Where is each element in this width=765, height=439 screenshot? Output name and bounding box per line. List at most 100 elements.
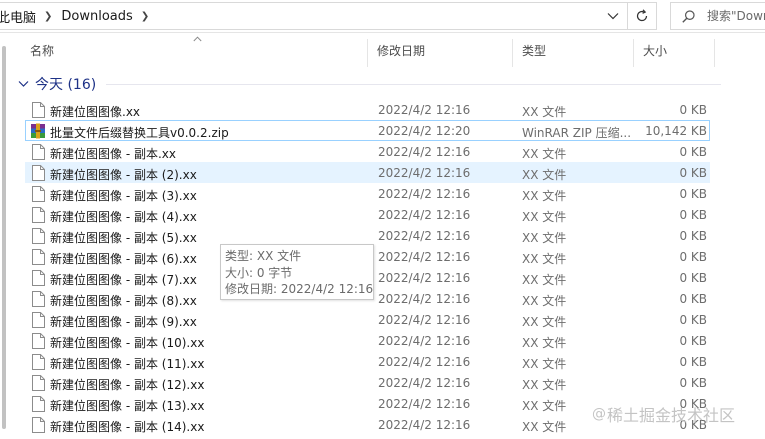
file-row[interactable]: 新建位图图像 - 副本 (9).xx 2022/4/2 12:16 XX 文件 0 K… — [25, 309, 710, 330]
file-type: XX 文件 — [522, 105, 567, 119]
file-type: XX 文件 — [522, 294, 567, 308]
file-date: 2022/4/2 12:16 — [378, 313, 471, 327]
file-date: 2022/4/2 12:16 — [378, 334, 471, 348]
at-icon: @ — [592, 406, 606, 422]
file-row[interactable]: 新建位图图像 - 副本 (2).xx 2022/4/2 12:16 XX 文件 0 K… — [25, 162, 710, 183]
file-date: 2022/4/2 12:16 — [378, 208, 471, 222]
file-size: 10,142 KB — [645, 124, 707, 138]
search-box[interactable] — [670, 2, 765, 30]
file-size: 0 KB — [679, 313, 707, 327]
juejin-watermark: @ 稀土掘金技术社区 — [592, 402, 735, 426]
file-row[interactable]: 批量文件后缀替换工具v0.0.2.zip 2022/4/2 12:20 WinRAR… — [25, 120, 710, 141]
file-name: 新建位图图像 - 副本.xx — [50, 147, 176, 161]
file-row[interactable]: 新建位图图像 - 副本 (12).xx 2022/4/2 12:16 XX 文件 0 … — [25, 372, 710, 393]
winrar-icon — [30, 123, 46, 142]
file-type: XX 文件 — [522, 336, 567, 350]
file-row[interactable]: 新建位图图像.xx 2022/4/2 12:16 XX 文件 0 KB — [25, 99, 710, 120]
tooltip-size: 大小: 0 字节 — [225, 265, 293, 280]
file-size: 0 KB — [679, 355, 707, 369]
chevron-down-icon[interactable] — [18, 80, 29, 88]
file-date: 2022/4/2 12:16 — [378, 397, 471, 411]
file-date: 2022/4/2 12:16 — [378, 292, 471, 306]
file-name: 新建位图图像 - 副本 (12).xx — [50, 378, 205, 392]
file-icon — [32, 228, 45, 247]
file-name: 新建位图图像 - 副本 (14).xx — [50, 420, 205, 434]
file-name: 新建位图图像 - 副本 (4).xx — [50, 210, 197, 224]
tooltip-date: 修改日期: 2022/4/2 12:16 — [225, 282, 374, 296]
file-name: 新建位图图像 - 副本 (9).xx — [50, 315, 197, 329]
file-size: 0 KB — [679, 187, 707, 201]
file-size: 0 KB — [679, 292, 707, 306]
group-header-today[interactable]: 今天 (16) — [18, 73, 96, 95]
file-type: XX 文件 — [522, 357, 567, 371]
file-icon — [32, 144, 45, 163]
file-row[interactable]: 新建位图图像 - 副本 (10).xx 2022/4/2 12:16 XX 文件 0 … — [25, 330, 710, 351]
file-type: XX 文件 — [522, 210, 567, 224]
search-input[interactable] — [707, 9, 765, 23]
file-info-tooltip: 类型: XX 文件 大小: 0 字节 修改日期: 2022/4/2 12:16 — [220, 244, 374, 300]
address-box[interactable]: 此电脑 ❯ Downloads ❯ — [0, 2, 628, 30]
file-row[interactable]: 新建位图图像 - 副本 (5).xx 2022/4/2 12:16 XX 文件 0 K… — [25, 225, 710, 246]
file-icon — [32, 333, 45, 352]
address-history-chevron-down-icon[interactable] — [605, 8, 621, 24]
file-row[interactable]: 新建位图图像 - 副本.xx 2022/4/2 12:16 XX 文件 0 KB — [25, 141, 710, 162]
file-type: XX 文件 — [522, 252, 567, 266]
file-type: WinRAR ZIP 压缩... — [522, 126, 632, 140]
file-date: 2022/4/2 12:16 — [378, 103, 471, 117]
file-row[interactable]: 新建位图图像 - 副本 (4).xx 2022/4/2 12:16 XX 文件 0 K… — [25, 204, 710, 225]
refresh-button[interactable] — [628, 2, 657, 30]
file-name: 新建位图图像 - 副本 (6).xx — [50, 252, 197, 266]
file-type: XX 文件 — [522, 315, 567, 329]
file-date: 2022/4/2 12:16 — [378, 166, 471, 180]
watermark-text: 稀土掘金技术社区 — [607, 406, 736, 425]
breadcrumb-downloads[interactable]: Downloads — [61, 9, 132, 24]
search-icon — [682, 9, 695, 23]
address-bar: 此电脑 ❯ Downloads ❯ — [0, 0, 765, 33]
column-headers: 名称 修改日期 类型 大小 — [0, 33, 765, 67]
file-size: 0 KB — [679, 145, 707, 159]
breadcrumb-chevron-icon[interactable]: ❯ — [44, 11, 52, 22]
file-row[interactable]: 新建位图图像 - 副本 (11).xx 2022/4/2 12:16 XX 文件 0 … — [25, 351, 710, 372]
file-type: XX 文件 — [522, 273, 567, 287]
file-size: 0 KB — [679, 229, 707, 243]
file-name: 新建位图图像 - 副本 (10).xx — [50, 336, 205, 350]
file-size: 0 KB — [679, 376, 707, 390]
file-type: XX 文件 — [522, 147, 567, 161]
file-name: 新建位图图像 - 副本 (13).xx — [50, 399, 205, 413]
breadcrumb-chevron-icon[interactable]: ❯ — [141, 11, 149, 22]
column-header-type[interactable]: 类型 — [512, 33, 632, 67]
column-header-name[interactable]: 名称 — [20, 33, 366, 67]
file-date: 2022/4/2 12:16 — [378, 229, 471, 243]
file-icon — [32, 354, 45, 373]
file-icon — [32, 186, 45, 205]
tooltip-type: 类型: XX 文件 — [225, 249, 302, 263]
file-name: 新建位图图像 - 副本 (5).xx — [50, 231, 197, 245]
file-icon — [32, 165, 45, 184]
file-type: XX 文件 — [522, 378, 567, 392]
group-label: 今天 (16) — [35, 77, 97, 93]
scrollbar-thumb[interactable] — [2, 46, 6, 429]
file-type: XX 文件 — [522, 420, 567, 434]
file-date: 2022/4/2 12:16 — [378, 145, 471, 159]
file-icon — [32, 396, 45, 415]
file-date: 2022/4/2 12:16 — [378, 418, 471, 432]
column-header-size[interactable]: 大小 — [633, 33, 713, 67]
column-divider[interactable] — [714, 39, 715, 67]
file-size: 0 KB — [679, 103, 707, 117]
file-type: XX 文件 — [522, 231, 567, 245]
column-header-date[interactable]: 修改日期 — [367, 33, 511, 67]
file-name: 新建位图图像 - 副本 (11).xx — [50, 357, 205, 371]
file-row[interactable]: 新建位图图像 - 副本 (3).xx 2022/4/2 12:16 XX 文件 0 K… — [25, 183, 710, 204]
file-icon — [32, 375, 45, 394]
file-date: 2022/4/2 12:16 — [378, 355, 471, 369]
file-date: 2022/4/2 12:16 — [378, 376, 471, 390]
file-name: 新建位图图像 - 副本 (7).xx — [50, 273, 197, 287]
file-icon — [32, 312, 45, 331]
vertical-scrollbar[interactable] — [0, 40, 8, 435]
file-date: 2022/4/2 12:16 — [378, 250, 471, 264]
file-icon — [32, 291, 45, 310]
file-name: 新建位图图像 - 副本 (3).xx — [50, 189, 197, 203]
breadcrumb-this-pc[interactable]: 此电脑 — [0, 7, 36, 26]
file-type: XX 文件 — [522, 168, 567, 182]
file-date: 2022/4/2 12:20 — [378, 124, 471, 138]
